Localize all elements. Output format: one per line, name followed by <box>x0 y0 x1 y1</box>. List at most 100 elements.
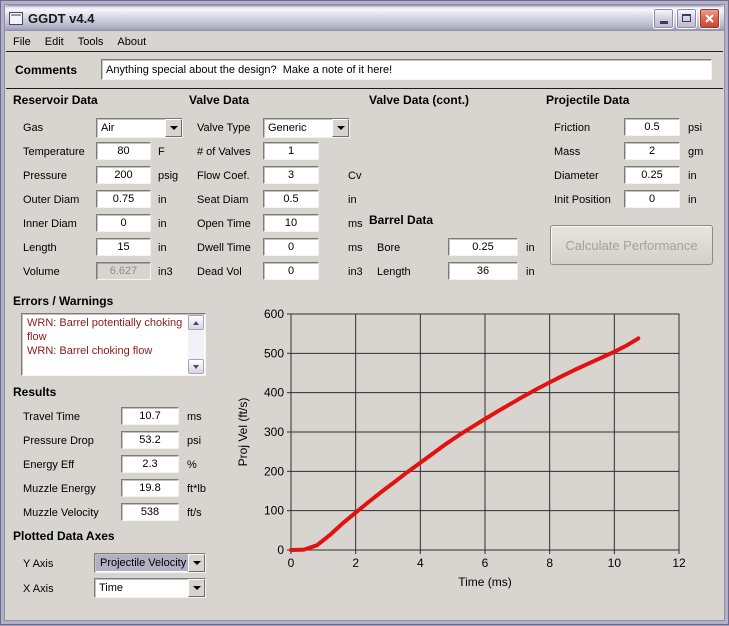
muzzle-energy-label: Muzzle Energy <box>23 483 96 495</box>
barrel-length-label: Length <box>377 266 411 278</box>
x-axis-select[interactable]: Time <box>94 578 206 598</box>
muzzle-velocity-unit: ft/s <box>187 507 202 519</box>
seat-diam-input[interactable] <box>263 190 319 208</box>
friction-input[interactable] <box>624 118 680 136</box>
x-tick-label: 4 <box>417 556 424 570</box>
reservoir-length-input[interactable] <box>96 238 151 256</box>
dropdown-button[interactable] <box>332 119 349 137</box>
muzzle-energy-output[interactable] <box>121 479 179 497</box>
outer-diam-input[interactable] <box>96 190 151 208</box>
muzzle-velocity-label: Muzzle Velocity <box>23 507 99 519</box>
comments-input[interactable] <box>101 59 712 80</box>
reservoir-length-label: Length <box>23 242 57 254</box>
barrel-length-input[interactable] <box>448 262 518 280</box>
menu-about[interactable]: About <box>110 34 153 50</box>
muzzle-velocity-output[interactable] <box>121 503 179 521</box>
seat-diam-label: Seat Diam <box>197 194 248 206</box>
energy-eff-output[interactable] <box>121 455 179 473</box>
valve-type-value: Generic <box>264 119 332 137</box>
y-tick-label: 0 <box>277 543 284 557</box>
mass-label: Mass <box>554 146 580 158</box>
flow-coef-input[interactable] <box>263 166 319 184</box>
comments-label: Comments <box>15 63 77 77</box>
temperature-label: Temperature <box>23 146 85 158</box>
open-time-input[interactable] <box>263 214 319 232</box>
energy-eff-label: Energy Eff <box>23 459 74 471</box>
menu-tools[interactable]: Tools <box>71 34 111 50</box>
gas-select[interactable]: Air <box>96 118 183 138</box>
pressure-input[interactable] <box>96 166 151 184</box>
inner-diam-input[interactable] <box>96 214 151 232</box>
menu-file[interactable]: File <box>6 34 38 50</box>
chevron-down-icon <box>337 126 345 130</box>
calculate-performance-button[interactable]: Calculate Performance <box>550 225 713 265</box>
dwell-time-input[interactable] <box>263 238 319 256</box>
inner-diam-label: Inner Diam <box>23 218 77 230</box>
inner-diam-unit: in <box>158 218 167 230</box>
maximize-icon <box>682 14 691 22</box>
chevron-down-icon <box>170 126 178 130</box>
separator <box>6 51 723 52</box>
valve-type-select[interactable]: Generic <box>263 118 350 138</box>
y-axis-value: Projectile Velocity <box>96 555 188 571</box>
temperature-input[interactable] <box>96 142 151 160</box>
performance-chart: 0246810120100200300400500600Time (ms)Pro… <box>231 291 723 621</box>
performance-chart-area: 0246810120100200300400500600Time (ms)Pro… <box>231 291 723 621</box>
warnings-scrollbar[interactable] <box>188 315 204 374</box>
num-valves-input[interactable] <box>263 142 319 160</box>
volume-input <box>96 262 151 280</box>
bore-input[interactable] <box>448 238 518 256</box>
y-tick-label: 600 <box>264 307 284 321</box>
dead-vol-input[interactable] <box>263 262 319 280</box>
scroll-up-button[interactable] <box>188 315 204 330</box>
separator <box>6 88 723 89</box>
pressure-drop-unit: psi <box>187 435 201 447</box>
app-icon <box>9 12 23 25</box>
seat-diam-unit: in <box>348 194 357 206</box>
travel-time-unit: ms <box>187 411 202 423</box>
init-position-input[interactable] <box>624 190 680 208</box>
warning-line: WRN: Barrel potentially choking flow <box>25 316 187 344</box>
x-axis-value: Time <box>95 579 188 597</box>
init-position-unit: in <box>688 194 697 206</box>
flow-coef-label: Flow Coef. <box>197 170 250 182</box>
temperature-unit: F <box>158 146 165 158</box>
pressure-drop-output[interactable] <box>121 431 179 449</box>
gas-label: Gas <box>23 122 43 134</box>
warnings-list[interactable]: WRN: Barrel potentially choking flow WRN… <box>21 313 206 376</box>
mass-unit: gm <box>688 146 703 158</box>
dropdown-button[interactable] <box>188 579 205 597</box>
menu-edit[interactable]: Edit <box>38 34 71 50</box>
arrow-up-icon <box>193 321 199 325</box>
close-icon <box>704 13 715 24</box>
barrel-section-title: Barrel Data <box>369 213 433 227</box>
energy-eff-unit: % <box>187 459 197 471</box>
y-axis-label: Y Axis <box>23 558 53 570</box>
scroll-down-button[interactable] <box>188 359 204 374</box>
menu-bar: File Edit Tools About <box>6 32 723 51</box>
mass-input[interactable] <box>624 142 680 160</box>
x-tick-label: 2 <box>352 556 359 570</box>
maximize-button[interactable] <box>676 8 697 29</box>
close-button[interactable] <box>699 8 720 29</box>
open-time-unit: ms <box>348 218 363 230</box>
diameter-unit: in <box>688 170 697 182</box>
chevron-down-icon <box>193 586 201 590</box>
travel-time-label: Travel Time <box>23 411 80 423</box>
minimize-icon <box>660 21 668 24</box>
bore-label: Bore <box>377 242 400 254</box>
dropdown-button[interactable] <box>165 119 182 137</box>
y-axis-select[interactable]: Projectile Velocity <box>94 553 206 573</box>
bore-unit: in <box>526 242 535 254</box>
chevron-down-icon <box>193 561 201 565</box>
travel-time-output[interactable] <box>121 407 179 425</box>
gas-value: Air <box>97 119 165 137</box>
init-position-label: Init Position <box>554 194 611 206</box>
dropdown-button[interactable] <box>188 554 205 572</box>
window-title: GGDT v4.4 <box>28 11 651 26</box>
app-window: GGDT v4.4 File Edit Tools About Comments… <box>0 0 729 625</box>
title-bar: GGDT v4.4 <box>5 5 724 31</box>
diameter-input[interactable] <box>624 166 680 184</box>
x-axis-title: Time (ms) <box>458 575 512 589</box>
minimize-button[interactable] <box>653 8 674 29</box>
